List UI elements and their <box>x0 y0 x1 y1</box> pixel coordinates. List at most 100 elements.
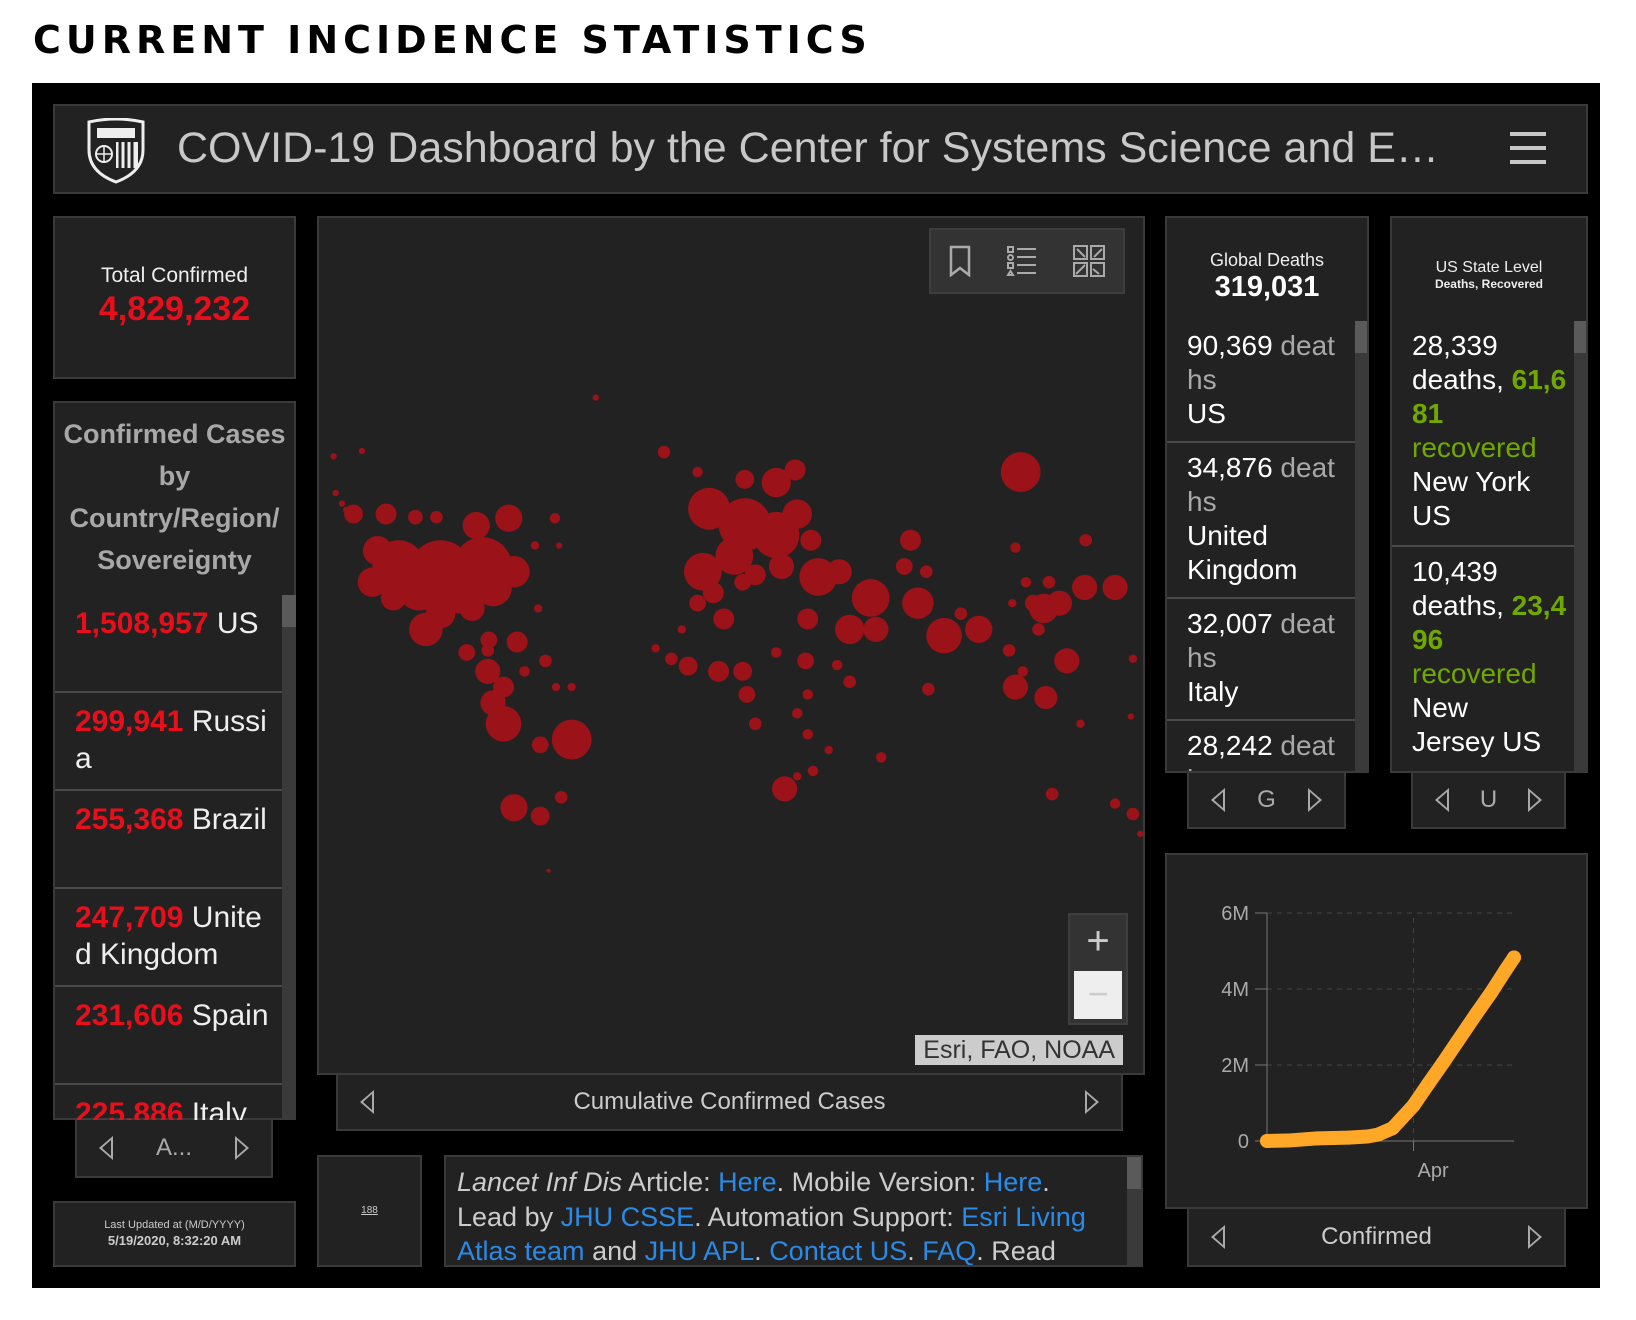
case-bubble[interactable] <box>771 647 782 658</box>
case-bubble[interactable] <box>843 675 856 689</box>
case-bubble[interactable] <box>1024 594 1042 612</box>
info-link[interactable]: Here <box>718 1167 777 1197</box>
case-bubble[interactable] <box>954 607 968 620</box>
info-link[interactable]: Contact US <box>769 1236 907 1265</box>
case-bubble[interactable] <box>826 559 852 585</box>
next-arrow-icon[interactable] <box>1307 788 1322 812</box>
case-bubble[interactable] <box>678 656 698 676</box>
case-bubble[interactable] <box>551 719 592 760</box>
case-bubble[interactable] <box>824 745 833 755</box>
case-bubble[interactable] <box>782 499 812 529</box>
case-bubble[interactable] <box>1102 574 1128 601</box>
case-bubble[interactable] <box>1046 590 1073 616</box>
case-bubble[interactable] <box>555 542 563 549</box>
case-bubble[interactable] <box>1045 787 1059 801</box>
case-bubble[interactable] <box>733 661 753 681</box>
case-bubble[interactable] <box>797 608 819 630</box>
country-list-item[interactable]: 299,941 Russia <box>55 693 282 791</box>
country-list-item[interactable]: 231,606 Spain <box>55 987 282 1085</box>
case-bubble[interactable] <box>1017 666 1029 677</box>
deaths-list-item[interactable]: 28,242 deaths <box>1167 721 1355 771</box>
country-list-item[interactable]: 255,368 Brazil <box>55 791 282 889</box>
state-list-item[interactable]: 28,339 deaths, 61,681 recovered New York US <box>1392 321 1574 547</box>
prev-arrow-icon[interactable] <box>1435 788 1449 812</box>
next-arrow-icon[interactable] <box>1528 1225 1542 1249</box>
state-list-item[interactable]: 10,439 deaths, 23,496 recovered New Jersey … <box>1392 547 1574 771</box>
case-bubble[interactable] <box>1020 576 1032 588</box>
case-bubble[interactable] <box>802 729 813 740</box>
case-bubble[interactable] <box>500 794 528 822</box>
case-bubble[interactable] <box>1079 533 1093 547</box>
case-bubble[interactable] <box>784 459 806 481</box>
case-bubble[interactable] <box>900 529 922 551</box>
case-bubble[interactable] <box>734 573 752 591</box>
case-bubble[interactable] <box>713 608 735 630</box>
case-bubble[interactable] <box>1109 798 1121 809</box>
zoom-in-button[interactable]: + <box>1070 915 1126 969</box>
case-bubble[interactable] <box>530 806 550 826</box>
case-bubble[interactable] <box>409 612 443 647</box>
case-bubble[interactable] <box>677 625 687 634</box>
case-bubble[interactable] <box>462 511 490 540</box>
case-bubble[interactable] <box>533 604 543 613</box>
case-bubble[interactable] <box>692 466 703 478</box>
case-bubble[interactable] <box>1010 542 1021 553</box>
bookmark-icon[interactable] <box>948 245 972 277</box>
case-bubble[interactable] <box>485 705 522 742</box>
info-link[interactable]: JHU CSSE <box>561 1202 695 1232</box>
deaths-list-item[interactable]: 32,007 deaths Italy <box>1167 599 1355 721</box>
case-bubble[interactable] <box>531 736 549 754</box>
country-list-scrollbar[interactable] <box>282 595 296 1120</box>
case-bubble[interactable] <box>748 717 762 731</box>
next-arrow-icon[interactable] <box>1528 788 1542 812</box>
chart-nav-label[interactable]: Confirmed <box>1321 1223 1432 1251</box>
case-bubble[interactable] <box>1008 598 1017 608</box>
case-bubble[interactable] <box>530 541 540 550</box>
case-bubble[interactable] <box>1076 719 1085 729</box>
case-bubble[interactable] <box>738 686 756 703</box>
case-bubble[interactable] <box>481 644 495 657</box>
case-bubble[interactable] <box>554 790 568 804</box>
hamburger-menu-icon[interactable] <box>1510 132 1546 164</box>
case-bubble[interactable] <box>1137 830 1143 838</box>
case-bubble[interactable] <box>791 708 803 719</box>
case-bubble[interactable] <box>800 529 822 551</box>
case-bubble[interactable] <box>665 652 678 666</box>
case-bubble[interactable] <box>735 469 755 489</box>
case-bubble[interactable] <box>831 659 843 671</box>
case-bubble[interactable] <box>1054 648 1080 674</box>
case-bubble[interactable] <box>430 510 443 524</box>
info-link[interactable]: Here <box>984 1167 1043 1197</box>
case-bubble[interactable] <box>689 594 706 612</box>
case-bubble[interactable] <box>1002 674 1029 700</box>
country-list-item[interactable]: 247,709 United Kingdom <box>55 889 282 987</box>
case-bubble[interactable] <box>772 776 798 802</box>
world-map[interactable] <box>319 218 1145 1075</box>
basemap-gallery-icon[interactable] <box>1072 244 1106 278</box>
global-deaths-nav-label[interactable]: G <box>1257 786 1276 814</box>
case-bubble[interactable] <box>919 565 933 578</box>
case-bubble[interactable] <box>768 553 795 580</box>
case-bubble[interactable] <box>539 654 552 668</box>
country-list-nav-label[interactable]: A... <box>156 1134 192 1162</box>
info-scrollbar[interactable] <box>1127 1157 1141 1265</box>
case-bubble[interactable] <box>708 660 730 682</box>
info-link[interactable]: FAQ <box>922 1236 976 1265</box>
case-bubble[interactable] <box>1072 574 1098 601</box>
case-bubble[interactable] <box>793 772 802 781</box>
case-bubble[interactable] <box>380 585 406 611</box>
case-bubble[interactable] <box>375 503 397 525</box>
next-arrow-icon[interactable] <box>234 1136 249 1160</box>
case-bubble[interactable] <box>506 631 528 653</box>
case-bubble[interactable] <box>807 765 819 777</box>
info-link[interactable]: JHU APL <box>645 1236 755 1265</box>
case-bubble[interactable] <box>1042 575 1056 589</box>
case-bubble[interactable] <box>592 394 599 401</box>
prev-arrow-icon[interactable] <box>1211 1225 1225 1249</box>
case-bubble[interactable] <box>495 504 523 532</box>
country-list-item[interactable]: 1,508,957 US <box>55 595 282 693</box>
case-bubble[interactable] <box>362 536 393 566</box>
case-bubble[interactable] <box>1126 807 1140 821</box>
case-bubble[interactable] <box>926 617 962 654</box>
case-bubble[interactable] <box>408 509 423 525</box>
